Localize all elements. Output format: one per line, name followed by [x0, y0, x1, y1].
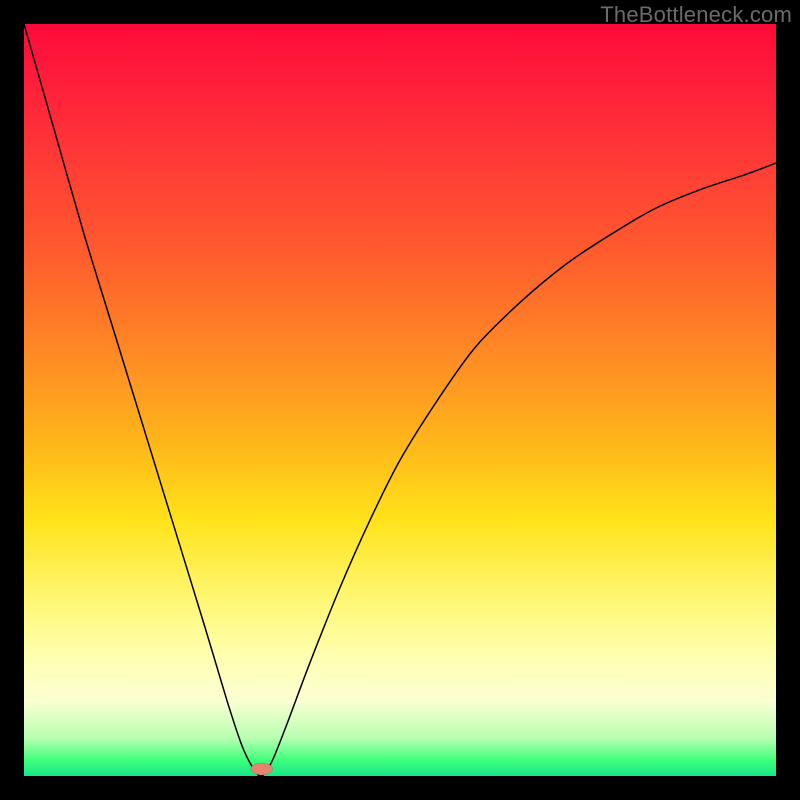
optimal-marker [251, 763, 273, 775]
watermark-label: TheBottleneck.com [600, 2, 792, 28]
curve-svg [24, 24, 776, 776]
plot-area [24, 24, 776, 776]
bottleneck-curve [24, 24, 776, 776]
chart-frame: TheBottleneck.com [0, 0, 800, 800]
